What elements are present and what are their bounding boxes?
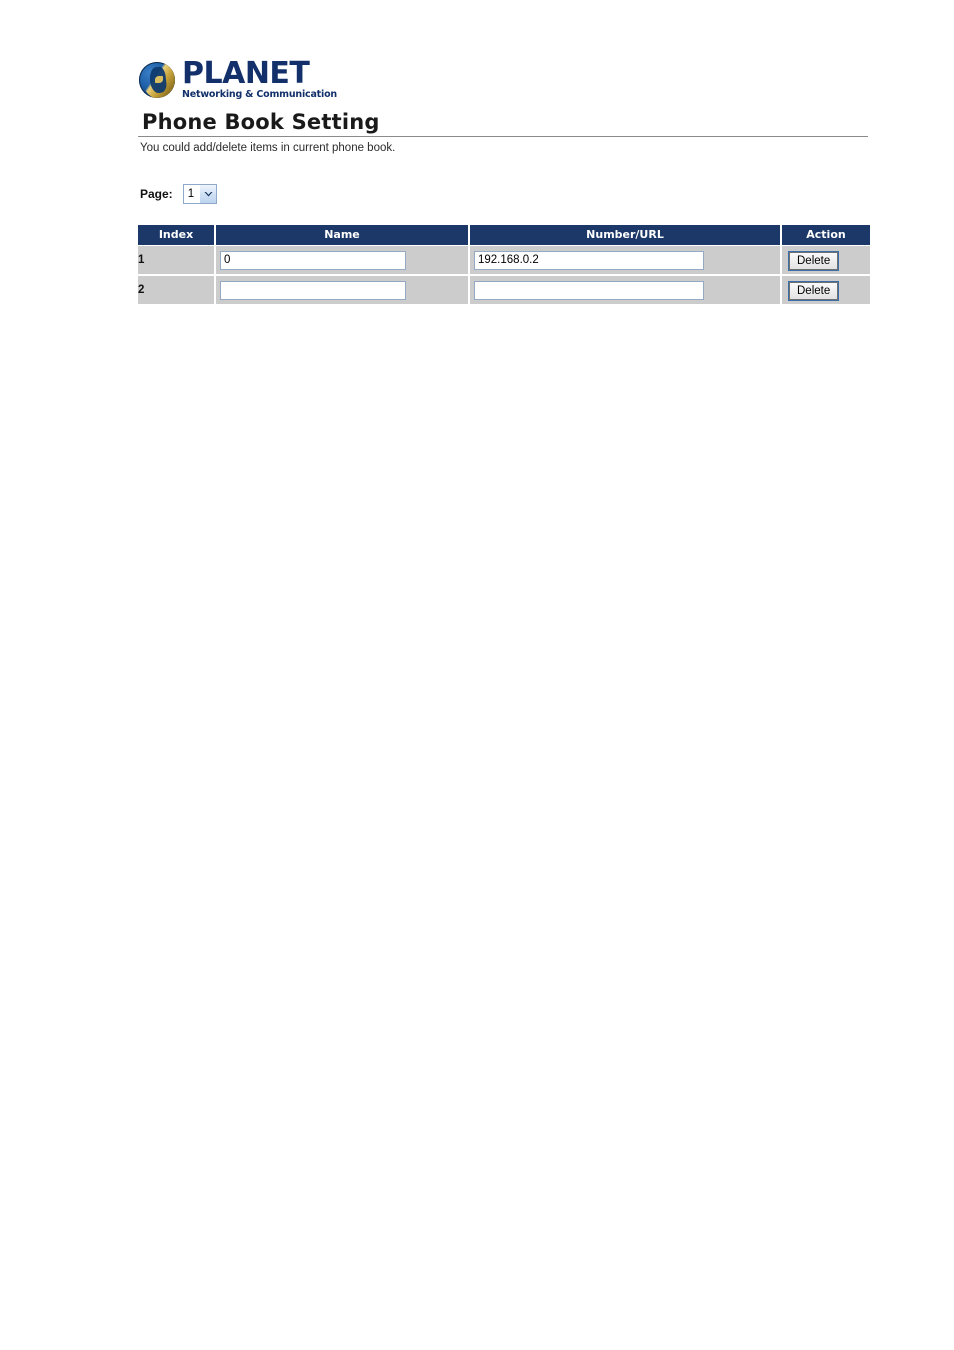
page-select[interactable]: 1: [182, 184, 218, 204]
number-url-input[interactable]: [474, 250, 704, 270]
cell-action: Delete: [781, 245, 870, 276]
phone-book-table: Index Name Number/URL Action 1 Delete: [138, 225, 870, 304]
name-input[interactable]: [220, 280, 406, 300]
brand-name: PLANET: [182, 55, 310, 91]
page-content: PLANET Networking & Communication Phone …: [138, 58, 870, 304]
page-select-value: 1: [183, 185, 200, 203]
page-description: You could add/delete items in current ph…: [140, 142, 396, 154]
brand-logo: PLANET Networking & Communication: [138, 58, 868, 102]
name-input[interactable]: [220, 250, 406, 270]
planet-globe-icon: [138, 61, 176, 99]
title-divider: [138, 136, 868, 137]
page-selector-label: Page:: [140, 187, 173, 201]
cell-number-url: [469, 275, 782, 304]
table-header-row: Index Name Number/URL Action: [138, 225, 870, 246]
brand-tagline: Networking & Communication: [182, 88, 337, 100]
column-header-name: Name: [215, 225, 470, 246]
page-selector-row: Page: 1: [140, 183, 868, 205]
cell-action: Delete: [781, 275, 870, 304]
cell-index: 1: [138, 245, 216, 276]
page-title: Phone Book Setting: [142, 110, 380, 134]
cell-number-url: [469, 245, 782, 276]
column-header-number-url: Number/URL: [469, 225, 782, 246]
cell-name: [215, 245, 470, 276]
brand-wordmark: PLANET Networking & Communication: [182, 55, 337, 101]
column-header-action: Action: [781, 225, 870, 246]
delete-button[interactable]: Delete: [789, 281, 839, 300]
delete-button[interactable]: Delete: [789, 251, 839, 270]
cell-name: [215, 275, 470, 304]
number-url-input[interactable]: [474, 280, 704, 300]
cell-index: 2: [138, 275, 216, 304]
column-header-index: Index: [138, 225, 216, 246]
chevron-down-icon[interactable]: [199, 185, 217, 203]
table-row: 1 Delete: [138, 245, 870, 276]
table-row: 2 Delete: [138, 275, 870, 304]
